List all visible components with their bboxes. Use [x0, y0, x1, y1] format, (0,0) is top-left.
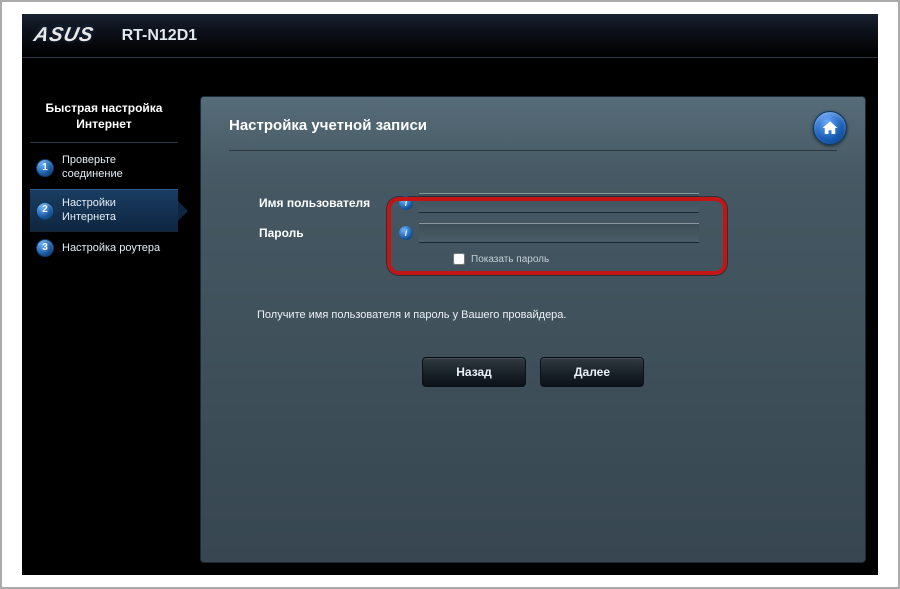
show-password-checkbox[interactable]	[453, 253, 465, 265]
step-router-setup[interactable]: 3 Настройка роутера	[30, 231, 178, 264]
password-row: Пароль i	[259, 223, 837, 243]
brand-logo: ASUS	[32, 24, 96, 47]
step-number-icon: 2	[36, 202, 54, 220]
username-input[interactable]	[419, 193, 699, 213]
help-icon[interactable]: i	[399, 196, 413, 210]
sidebar-title: Быстрая настройка Интернет	[30, 96, 178, 143]
password-input[interactable]	[419, 223, 699, 243]
content-panel: Настройка учетной записи Имя пользовател…	[200, 96, 866, 563]
step-label: Настройки Интернета	[62, 197, 172, 225]
username-label: Имя пользователя	[259, 196, 399, 210]
show-password-label: Показать пароль	[471, 254, 549, 265]
help-text: Получите имя пользователя и пароль у Ваш…	[257, 309, 837, 321]
show-password-row: Показать пароль	[453, 253, 837, 265]
model-name: RT-N12D1	[122, 27, 198, 45]
header: ASUS RT-N12D1	[22, 14, 878, 58]
home-icon	[821, 119, 839, 137]
home-button[interactable]	[813, 111, 847, 145]
step-check-connection[interactable]: 1 Проверьте соединение	[30, 147, 178, 189]
help-icon[interactable]: i	[399, 226, 413, 240]
button-row: Назад Далее	[229, 357, 837, 387]
password-label: Пароль	[259, 226, 399, 240]
step-internet-settings[interactable]: 2 Настройки Интернета	[30, 189, 178, 232]
back-button[interactable]: Назад	[422, 357, 526, 387]
sidebar: Быстрая настройка Интернет 1 Проверьте с…	[22, 70, 182, 575]
step-number-icon: 3	[36, 239, 54, 257]
username-row: Имя пользователя i	[259, 193, 837, 213]
step-label: Проверьте соединение	[62, 154, 172, 182]
panel-title: Настройка учетной записи	[229, 117, 837, 151]
account-form: Имя пользователя i Пароль i	[229, 151, 837, 277]
step-label: Настройка роутера	[62, 242, 160, 256]
step-number-icon: 1	[36, 159, 54, 177]
next-button[interactable]: Далее	[540, 357, 644, 387]
